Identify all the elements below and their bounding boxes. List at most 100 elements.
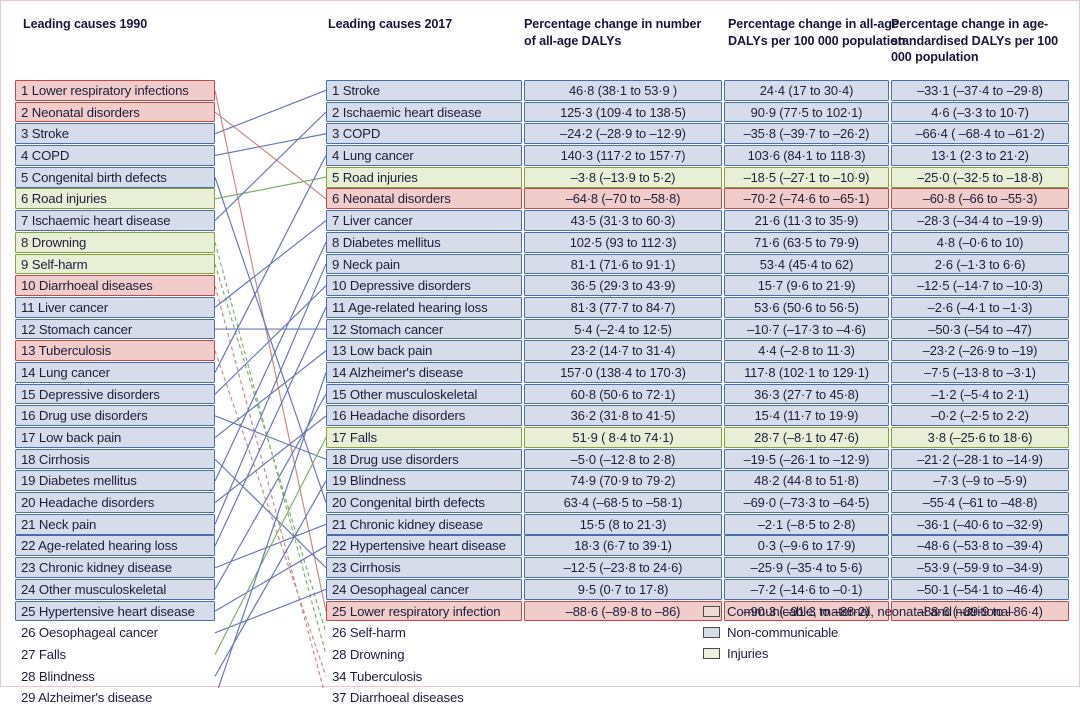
pct-age-standardised-value: –21·2 (–28·1 to –14·9): [917, 451, 1043, 467]
rank-link-line: [214, 480, 327, 677]
cause-2017-label: 10 Depressive disorders: [332, 278, 471, 294]
cause-2017-row: 1 Stroke: [326, 80, 522, 101]
cause-2017-row: 26 Self-harm: [326, 622, 522, 643]
pct-all-age-per-100k-value: –19·5 (–26·1 to –12·9): [743, 451, 870, 467]
pct-number-all-age-row: 81·3 (77·7 to 84·7): [524, 296, 722, 318]
cause-1990-row: 15 Depressive disorders: [15, 383, 215, 405]
pct-number-all-age-row: 15·5 (8 to 21·3): [524, 513, 722, 535]
pct-all-age-per-100k-value: 117·8 (102·1 to 129·1): [744, 364, 869, 380]
rank-link-line: [214, 242, 327, 655]
cause-1990-row: 17 Low back pain: [15, 427, 215, 448]
pct-age-standardised-value: –53·9 (–59·9 to –34·9): [917, 560, 1043, 576]
pct-all-age-per-100k-value: 90·9 (77·5 to 102·1): [750, 104, 863, 120]
legend-item-communicable: Communicable, maternal, neonatal and nut…: [703, 601, 1073, 622]
pct-number-all-age-value: 18·3 (6·7 to 39·1): [574, 538, 672, 554]
cause-2017-label: 24 Oesophageal cancer: [332, 581, 469, 597]
cause-2017-row: 11 Age-related hearing loss: [326, 296, 522, 318]
pct-age-standardised-row: –66·4 ( –68·4 to –61·2): [891, 123, 1069, 145]
column-header-pct-number-all-age: Percentage change in number of all-age D…: [524, 17, 702, 48]
cause-2017-label: 8 Diabetes mellitus: [332, 234, 441, 250]
pct-all-age-per-100k-value: –70·2 (–74·6 to –65·1): [743, 191, 870, 207]
cause-2017-row: 19 Blindness: [326, 470, 522, 492]
cause-1990-label: 18 Cirrhosis: [21, 451, 90, 467]
pct-all-age-per-100k-row: 15·4 (11·7 to 19·9): [724, 405, 889, 427]
column-header-pct-all-age-per-100k: Percentage change in all-age DALYs per 1…: [728, 17, 906, 48]
cause-2017-label: 37 Diarrhoeal diseases: [332, 690, 464, 706]
cause-1990-row: 2 Neonatal disorders: [15, 101, 215, 123]
pct-number-all-age-row: 18·3 (6·7 to 39·1): [524, 535, 722, 557]
cause-2017-label: 23 Cirrhosis: [332, 560, 401, 576]
pct-all-age-per-100k-value: 103·6 (84·1 to 118·3): [747, 148, 866, 164]
pct-all-age-per-100k-row: 90·9 (77·5 to 102·1): [724, 101, 889, 123]
pct-number-all-age-row: 157·0 (138·4 to 170·3): [524, 361, 722, 383]
cause-1990-row: 19 Diabetes mellitus: [15, 470, 215, 492]
cause-1990-label: 13 Tuberculosis: [21, 343, 112, 359]
rank-link-line: [214, 89, 327, 135]
pct-number-all-age-row: –64·8 (–70 to –58·8): [524, 188, 722, 210]
cause-1990-row: 1 Lower respiratory infections: [15, 80, 215, 101]
pct-age-standardised-value: –0·2 (–2·5 to 2·2): [931, 408, 1029, 424]
pct-age-standardised-row: –7·3 (–9 to –5·9): [891, 470, 1069, 492]
cause-2017-label: 17 Falls: [332, 430, 377, 445]
pct-age-standardised-value: 3·8 (–25·6 to 18·6): [927, 430, 1033, 445]
pct-number-all-age-value: 23·2 (14·7 to 31·4): [570, 343, 676, 359]
cause-1990-label: 14 Lung cancer: [21, 364, 110, 380]
pct-all-age-per-100k-value: 53·6 (50·6 to 56·5): [754, 299, 859, 315]
cause-2017-label: 3 COPD: [332, 126, 381, 142]
cause-1990-label: 20 Headache disorders: [21, 495, 155, 511]
cause-1990-row: 7 Ischaemic heart disease: [15, 210, 215, 231]
rank-link-line: [214, 263, 327, 525]
pct-all-age-per-100k-row: 117·8 (102·1 to 129·1): [724, 361, 889, 383]
cause-2017-row: 12 Stomach cancer: [326, 318, 522, 340]
pct-all-age-per-100k-value: –69·0 (–73·3 to –64·5): [743, 495, 870, 511]
cause-2017-row: 3 COPD: [326, 123, 522, 145]
pct-all-age-per-100k-value: 36·3 (27·7 to 45·8): [754, 386, 859, 402]
pct-number-all-age-value: 43·5 (31·3 to 60·3): [570, 213, 676, 229]
pct-number-all-age-row: 5·4 (–2·4 to 12·5): [524, 318, 722, 340]
cause-2017-label: 12 Stomach cancer: [332, 321, 444, 337]
cause-2017-row: 24 Oesophageal cancer: [326, 578, 522, 600]
pct-age-standardised-value: –1·2 (–5·4 to 2·1): [931, 386, 1029, 402]
cause-2017-row: 21 Chronic kidney disease: [326, 513, 522, 535]
pct-number-all-age-value: 46·8 (38·1 to 53·9 ): [568, 83, 678, 98]
cause-1990-label: 22 Age-related hearing loss: [21, 538, 178, 554]
cause-2017-label: 22 Hypertensive heart disease: [332, 538, 506, 554]
pct-age-standardised-value: –50·3 (–54 to –47): [928, 321, 1032, 337]
cause-2017-label: 34 Tuberculosis: [332, 668, 423, 684]
pct-all-age-per-100k-row: –70·2 (–74·6 to –65·1): [724, 188, 889, 210]
cause-1990-row: 29 Alzheimer's disease: [15, 687, 215, 708]
pct-all-age-per-100k-row: –19·5 (–26·1 to –12·9): [724, 448, 889, 470]
cause-1990-label: 3 Stroke: [21, 126, 69, 142]
pct-number-all-age-value: 74·9 (70·9 to 79·2): [570, 473, 676, 489]
cause-1990-label: 4 COPD: [21, 148, 70, 164]
pct-all-age-per-100k-value: 48·2 (44·8 to 51·8): [754, 473, 859, 489]
pct-age-standardised-value: –33·1 (–37·4 to –29·8): [917, 83, 1043, 98]
pct-all-age-per-100k-value: 15·4 (11·7 to 19·9): [754, 408, 859, 424]
cause-1990-row: 10 Diarrhoeal diseases: [15, 275, 215, 296]
pct-number-all-age-row: 63·4 (–68·5 to –58·1): [524, 492, 722, 513]
cause-2017-label: 26 Self-harm: [332, 625, 406, 641]
pct-age-standardised-row: –55·4 (–61 to –48·8): [891, 492, 1069, 513]
legend-swatch-icon: [703, 606, 720, 617]
cause-2017-row: 20 Congenital birth defects: [326, 492, 522, 513]
cause-2017-label: 21 Chronic kidney disease: [332, 516, 483, 532]
pct-all-age-per-100k-row: 15·7 (9·6 to 21·9): [724, 275, 889, 296]
pct-all-age-per-100k-row: 4·4 (–2·8 to 11·3): [724, 340, 889, 362]
cause-2017-row: 4 Lung cancer: [326, 145, 522, 166]
rank-link-line: [214, 393, 327, 590]
cause-1990-row: 5 Congenital birth defects: [15, 166, 215, 188]
cause-1990-row: 28 Blindness: [15, 666, 215, 687]
pct-number-all-age-value: 81·1 (71·6 to 91·1): [570, 256, 676, 272]
pct-number-all-age-row: –12·5 (–23·8 to 24·6): [524, 557, 722, 578]
pct-number-all-age-row: 81·1 (71·6 to 91·1): [524, 253, 722, 275]
pct-all-age-per-100k-row: 0·3 (–9·6 to 17·9): [724, 535, 889, 557]
cause-1990-row: 21 Neck pain: [15, 513, 215, 535]
pct-age-standardised-row: 2·6 (–1·3 to 6·6): [891, 253, 1069, 275]
pct-age-standardised-row: 4·8 (–0·6 to 10): [891, 231, 1069, 253]
pct-age-standardised-value: –7·5 (–13·8 to –3·1): [924, 364, 1036, 380]
cause-2017-label: 11 Age-related hearing loss: [332, 299, 488, 315]
column-header-pct-age-standardised: Percentage change in age-standardised DA…: [891, 17, 1059, 64]
pct-all-age-per-100k-column: 24·4 (17 to 30·4) 90·9 (77·5 to 102·1) –35…: [724, 80, 889, 622]
pct-number-all-age-value: 140·3 (117·2 to 157·7): [560, 148, 686, 164]
cause-1990-row: 13 Tuberculosis: [15, 340, 215, 362]
